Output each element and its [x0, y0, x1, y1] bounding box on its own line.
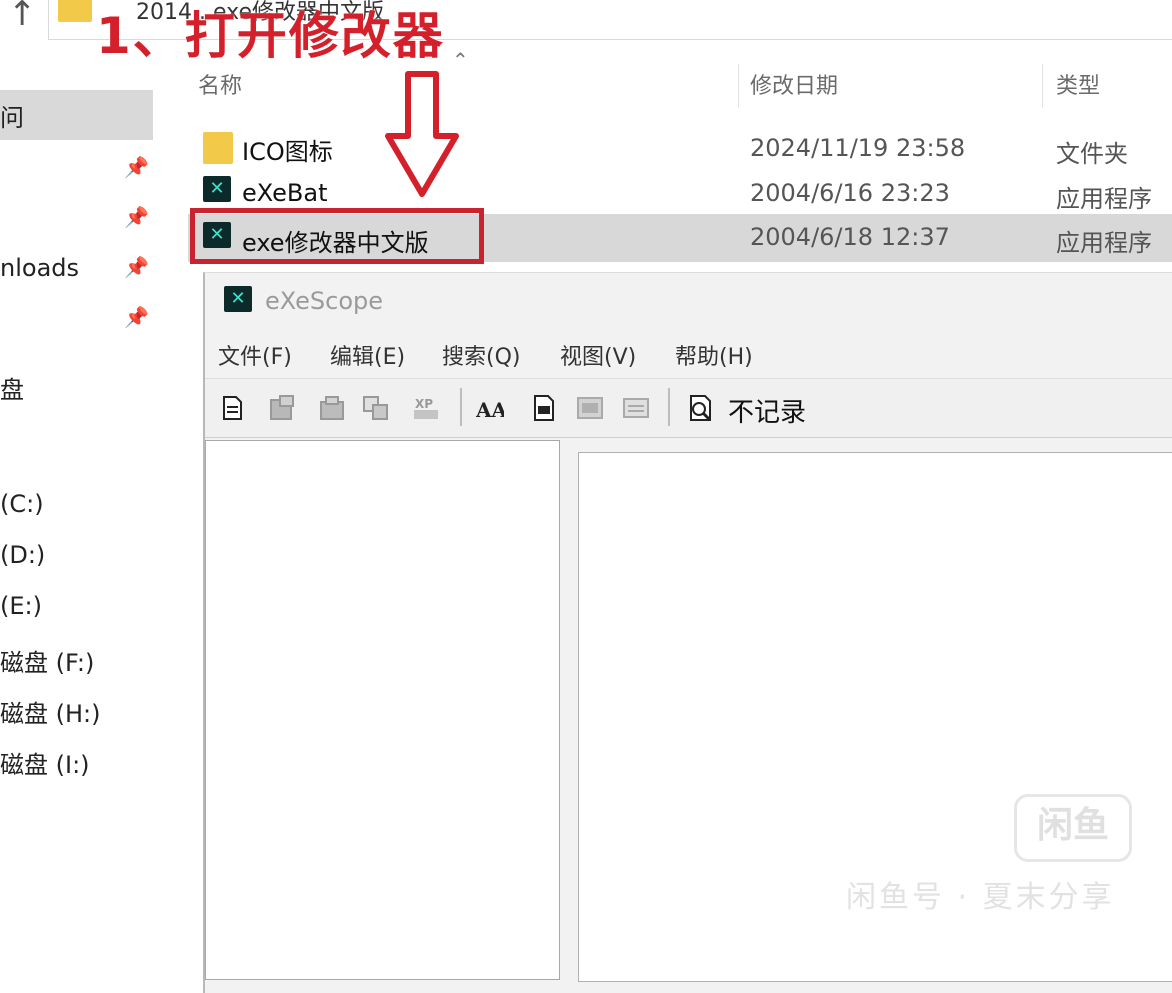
- address-folder-icon: [58, 0, 92, 22]
- sidebar-item-drive-e[interactable]: (E:): [0, 592, 42, 620]
- open-icon[interactable]: [218, 394, 246, 422]
- highlight-box: [190, 208, 484, 264]
- file-type: 应用程序: [1056, 229, 1152, 257]
- log-icon[interactable]: [686, 394, 714, 422]
- pin-icon: 📌: [124, 205, 149, 229]
- sidebar-item-drive-d[interactable]: (D:): [0, 541, 45, 569]
- sidebar-item-drive-c[interactable]: (C:): [0, 490, 44, 518]
- sidebar-item-disk[interactable]: 盘: [0, 370, 24, 405]
- menu-search[interactable]: 搜索(Q): [442, 339, 520, 371]
- file-name[interactable]: eXeBat: [242, 179, 327, 207]
- pin-icon: 📌: [124, 155, 149, 179]
- toolbar-separator: [668, 388, 670, 426]
- dialog-icon[interactable]: [576, 394, 604, 422]
- save-all-icon[interactable]: [318, 394, 346, 422]
- no-log-label[interactable]: 不记录: [728, 392, 806, 429]
- export-icon[interactable]: XP: [412, 394, 440, 422]
- menu-file[interactable]: 文件(F): [218, 339, 292, 371]
- copy-icon[interactable]: [362, 394, 390, 422]
- column-divider[interactable]: [738, 64, 739, 108]
- watermark-text: 闲鱼号 · 夏末分享: [846, 880, 1115, 915]
- menu-view[interactable]: 视图(V): [560, 339, 636, 371]
- window-title: eXeScope: [265, 287, 384, 315]
- svg-text:AA: AA: [476, 398, 504, 422]
- file-name[interactable]: ICO图标: [242, 132, 333, 167]
- sidebar-item-drive-f[interactable]: 磁盘 (F:): [0, 643, 94, 678]
- exescope-app-icon: ✕: [203, 176, 231, 202]
- exescope-title-icon: ✕: [224, 286, 252, 312]
- sidebar-item-quick-access[interactable]: 问: [0, 98, 24, 133]
- file-date: 2004/6/18 12:37: [750, 223, 950, 251]
- watermark-logo: 闲鱼: [1014, 794, 1132, 862]
- menu-help[interactable]: 帮助(H): [675, 339, 753, 371]
- up-arrow-icon[interactable]: ↑: [8, 0, 37, 34]
- pin-icon: 📌: [124, 305, 149, 329]
- resource-icon[interactable]: [530, 394, 558, 422]
- image-icon[interactable]: [622, 394, 650, 422]
- sidebar-item-downloads[interactable]: nloads: [0, 254, 79, 282]
- pin-icon: 📌: [124, 255, 149, 279]
- file-type: 文件夹: [1056, 140, 1128, 168]
- column-header-name[interactable]: 名称: [198, 68, 242, 100]
- sidebar-item-drive-i[interactable]: 磁盘 (I:): [0, 745, 90, 780]
- column-header-type[interactable]: 类型: [1056, 68, 1100, 100]
- down-arrow-icon: [385, 71, 459, 197]
- font-icon[interactable]: AA: [476, 394, 504, 422]
- file-date: 2024/11/19 23:58: [750, 134, 966, 162]
- svg-text:XP: XP: [415, 397, 433, 411]
- column-header-date[interactable]: 修改日期: [750, 68, 838, 100]
- folder-icon: [203, 132, 233, 164]
- file-date: 2004/6/16 23:23: [750, 179, 950, 207]
- sidebar-item-drive-h[interactable]: 磁盘 (H:): [0, 694, 101, 729]
- resource-tree-pane[interactable]: [205, 440, 560, 980]
- sort-caret-icon: ⌃: [452, 48, 469, 72]
- column-divider[interactable]: [1042, 64, 1043, 108]
- file-type: 应用程序: [1056, 185, 1152, 213]
- menu-edit[interactable]: 编辑(E): [330, 339, 405, 371]
- step-annotation: 1、打开修改器: [96, 7, 445, 65]
- toolbar-separator: [460, 388, 462, 426]
- save-icon[interactable]: [268, 394, 296, 422]
